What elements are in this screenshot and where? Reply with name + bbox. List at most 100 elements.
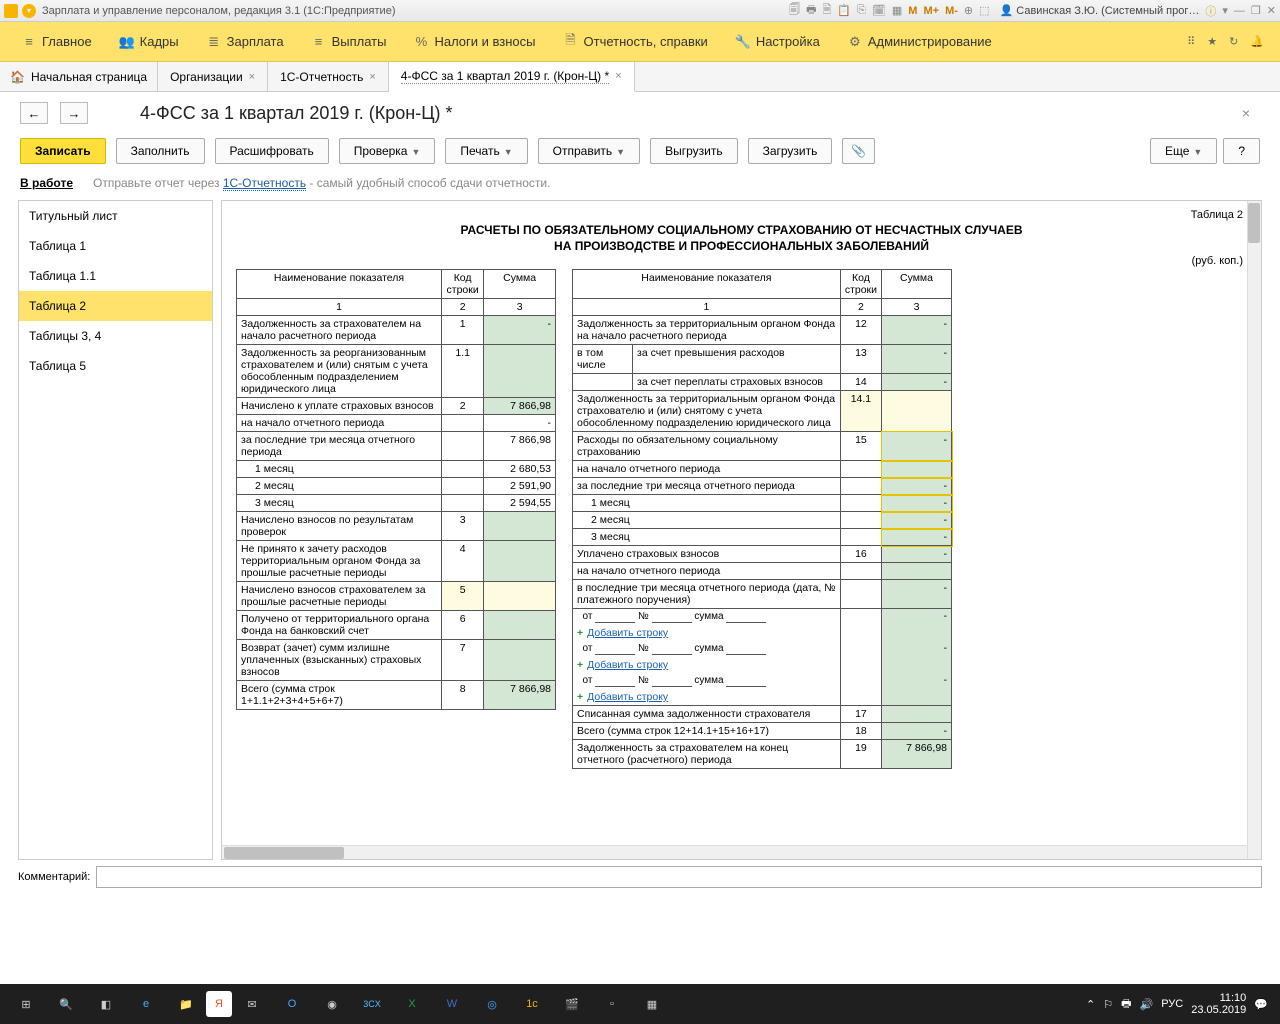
menu-nalogi[interactable]: %Налоги и взносы (400, 22, 549, 61)
teamviewer-icon[interactable]: ◎ (472, 984, 512, 1024)
explorer-icon[interactable]: 📁 (166, 984, 206, 1024)
yandex-icon[interactable]: Я (206, 991, 232, 1017)
export-button[interactable]: Выгрузить (650, 138, 738, 164)
sidebar-item[interactable]: Титульный лист (19, 201, 212, 231)
menu-zarplata[interactable]: ≣Зарплата (193, 22, 298, 61)
m-icon[interactable]: M (908, 5, 917, 17)
sum-input[interactable] (726, 675, 766, 687)
tray-icon[interactable]: 🔊 (1140, 998, 1154, 1011)
video-icon[interactable]: 🎬 (552, 984, 592, 1024)
status-label[interactable]: В работе (20, 176, 73, 190)
table-label: Таблица 2 (236, 209, 1247, 221)
tool-icon[interactable]: 📋 (837, 4, 851, 17)
tool-icon[interactable]: ⎘ (857, 4, 866, 17)
vertical-scrollbar[interactable] (1247, 201, 1261, 859)
sidebar-item[interactable]: Таблицы 3, 4 (19, 321, 212, 351)
back-button[interactable]: ← (20, 102, 48, 124)
close-icon[interactable]: × (615, 70, 621, 82)
tab-home[interactable]: 🏠Начальная страница (0, 62, 158, 91)
check-button[interactable]: Проверка▼ (339, 138, 436, 164)
num-input[interactable] (652, 611, 692, 623)
menu-reports[interactable]: 🗎Отчетность, справки (550, 22, 722, 61)
mminus-icon[interactable]: M- (945, 5, 958, 17)
lang-indicator[interactable]: РУС (1161, 998, 1183, 1010)
app-icon[interactable]: ▦ (632, 984, 672, 1024)
start-button[interactable]: ⊞ (6, 984, 46, 1024)
apps-icon[interactable]: ⠿ (1187, 35, 1195, 48)
tray-icon[interactable]: 🖶 (1121, 995, 1131, 1014)
sum-input[interactable] (726, 643, 766, 655)
tool-icon[interactable]: 🗎 (823, 1, 832, 20)
send-button[interactable]: Отправить▼ (538, 138, 640, 164)
1c-icon[interactable]: 1c (512, 984, 552, 1024)
excel-icon[interactable]: X (392, 984, 432, 1024)
outlook-icon[interactable]: O (272, 984, 312, 1024)
sum-input[interactable] (726, 611, 766, 623)
close-icon[interactable]: × (249, 71, 255, 83)
tool-icon[interactable]: ⬚ (979, 4, 989, 17)
fill-button[interactable]: Заполнить (116, 138, 205, 164)
print-button[interactable]: Печать▼ (445, 138, 527, 164)
tool-icon[interactable]: 🗓 (872, 4, 886, 17)
attach-button[interactable]: 📎 (842, 138, 875, 164)
date-input[interactable] (595, 675, 635, 687)
horizontal-scrollbar[interactable] (222, 845, 1247, 859)
history-icon[interactable]: ↻ (1229, 35, 1238, 48)
add-row-link[interactable]: Добавить строку (587, 659, 668, 671)
tray-icon[interactable]: ⌃ (1086, 998, 1095, 1011)
edge-icon[interactable]: e (126, 984, 166, 1024)
mail-icon[interactable]: ✉ (232, 984, 272, 1024)
tool-icon[interactable]: 🖶 (806, 1, 816, 20)
sidebar-item[interactable]: Таблица 5 (19, 351, 212, 381)
search-icon[interactable]: 🔍 (46, 984, 86, 1024)
dropdown-icon[interactable]: ▾ (1222, 4, 1228, 17)
tab-org[interactable]: Организации× (158, 62, 268, 91)
info-link[interactable]: 1С-Отчетность (223, 176, 306, 191)
decode-button[interactable]: Расшифровать (215, 138, 329, 164)
menu-main[interactable]: ≡Главное (8, 22, 106, 61)
app-icon[interactable]: ◉ (312, 984, 352, 1024)
save-button[interactable]: Записать (20, 138, 106, 164)
close-icon[interactable]: × (369, 71, 375, 83)
import-button[interactable]: Загрузить (748, 138, 833, 164)
word-icon[interactable]: W (432, 984, 472, 1024)
sidebar-item[interactable]: Таблица 1.1 (19, 261, 212, 291)
mplus-icon[interactable]: M+ (923, 5, 939, 17)
add-row-link[interactable]: Добавить строку (587, 627, 668, 639)
info-icon[interactable]: ⓘ (1205, 3, 1216, 19)
star-icon[interactable]: ★ (1207, 35, 1217, 48)
tab-1c[interactable]: 1С-Отчетность× (268, 62, 389, 91)
bell-icon[interactable]: 🔔 (1250, 35, 1264, 48)
menu-admin[interactable]: ⚙Администрирование (834, 22, 1006, 61)
help-button[interactable]: ? (1223, 138, 1260, 164)
comment-input[interactable] (96, 866, 1262, 888)
3cx-icon[interactable]: 3CX (352, 984, 392, 1024)
tray-icon[interactable]: ⚐ (1103, 998, 1113, 1011)
tab-4fss[interactable]: 4-ФСС за 1 квартал 2019 г. (Крон-Ц) *× (389, 62, 635, 92)
tool-icon[interactable]: ▦ (892, 4, 902, 17)
forward-button[interactable]: → (60, 102, 88, 124)
dropdown-icon[interactable]: ▾ (22, 4, 36, 18)
add-row-link[interactable]: Добавить строку (587, 691, 668, 703)
date-input[interactable] (595, 643, 635, 655)
more-button[interactable]: Еще▼ (1150, 138, 1217, 164)
num-input[interactable] (652, 675, 692, 687)
sidebar-item[interactable]: Таблица 2 (19, 291, 212, 321)
user-label[interactable]: 👤 Савинская З.Ю. (Системный прог… (1000, 4, 1200, 17)
maximize-icon[interactable]: ❐ (1251, 4, 1261, 17)
app-icon[interactable]: ▫ (592, 984, 632, 1024)
close-icon[interactable]: ✕ (1267, 4, 1276, 17)
date-input[interactable] (595, 611, 635, 623)
tool-icon[interactable]: ⊕ (964, 4, 973, 17)
num-input[interactable] (652, 643, 692, 655)
sidebar-item[interactable]: Таблица 1 (19, 231, 212, 261)
notifications-icon[interactable]: 💬 (1254, 998, 1268, 1011)
tool-icon[interactable]: 🗐 (789, 1, 800, 20)
page-close-button[interactable]: × (1242, 105, 1260, 121)
minimize-icon[interactable]: — (1234, 5, 1245, 17)
menu-kadry[interactable]: 👥Кадры (106, 22, 193, 61)
menu-settings[interactable]: 🔧Настройка (722, 22, 834, 61)
clock[interactable]: 11:10 23.05.2019 (1191, 992, 1246, 1016)
menu-vyplaty[interactable]: ≡Выплаты (298, 22, 401, 61)
taskview-icon[interactable]: ◧ (86, 984, 126, 1024)
